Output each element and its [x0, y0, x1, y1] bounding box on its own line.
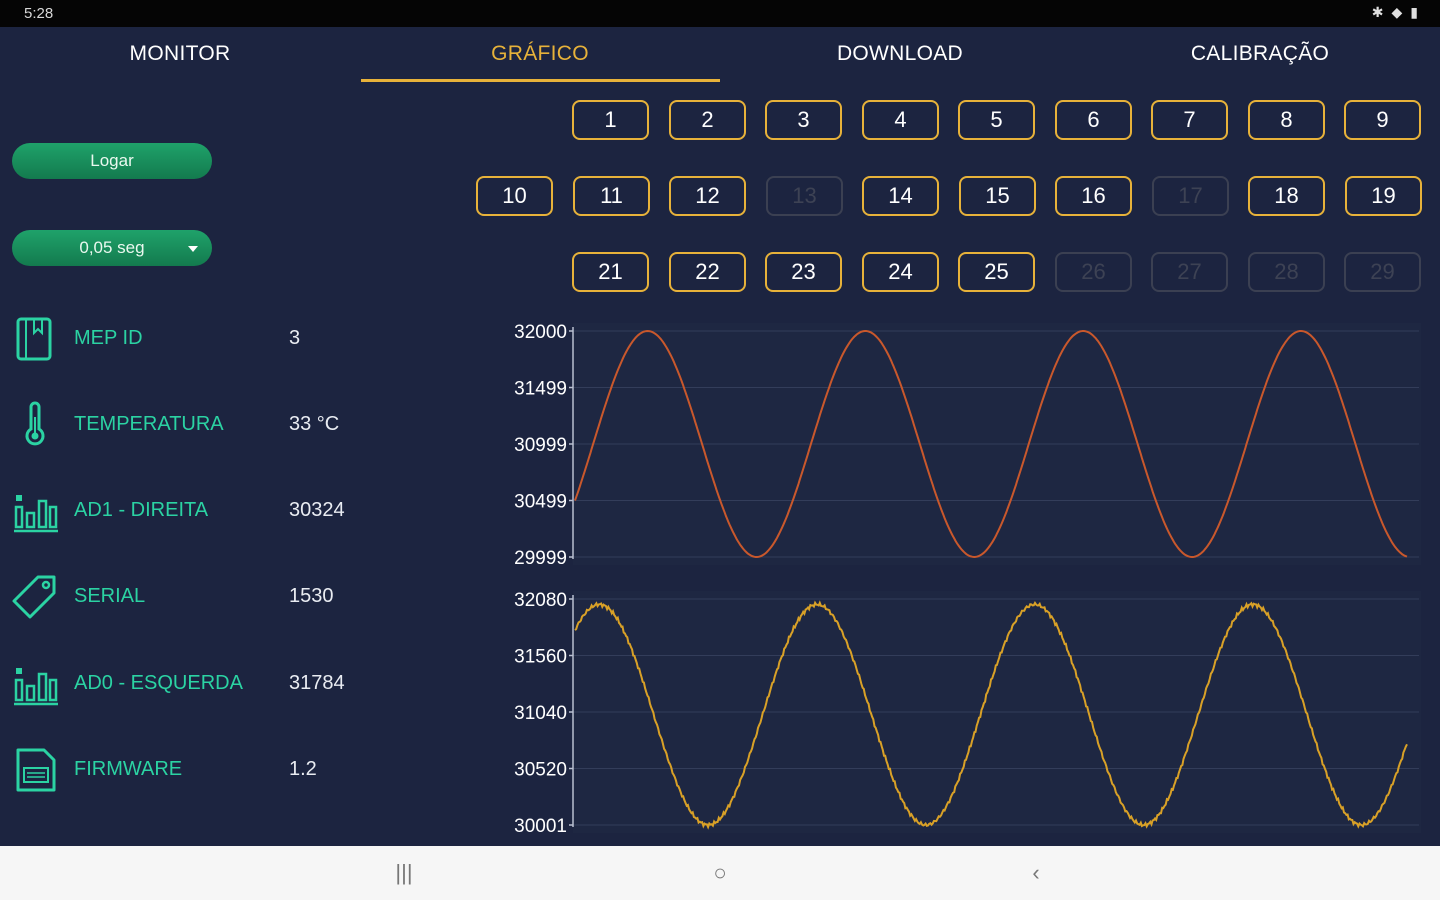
channel-button-18[interactable]: 18	[1248, 176, 1325, 216]
channel-button-8[interactable]: 8	[1248, 100, 1325, 140]
info-row-mep-id: MEP ID 3	[10, 309, 470, 369]
y-tick-label: 31560	[514, 647, 567, 668]
info-row-serial: SERIAL 1530	[10, 567, 470, 627]
chart-bottom-svg: 32080 31560 31040 30520 30001	[514, 590, 1421, 837]
info-value: 1.2	[289, 758, 317, 780]
channel-button-14[interactable]: 14	[862, 176, 939, 216]
recent-apps-icon[interactable]: |||	[384, 858, 424, 888]
info-label: MEP ID	[74, 327, 143, 349]
battery-icon: ▮	[1410, 4, 1418, 20]
tab-bar: MONITOR GRÁFICO DOWNLOAD CALIBRAÇÃO	[0, 27, 1440, 83]
channel-button-1[interactable]: 1	[572, 100, 649, 140]
channel-button-15[interactable]: 15	[959, 176, 1036, 216]
info-row-ad0-esquerda: AD0 - ESQUERDA 31784	[10, 654, 470, 714]
info-label: AD0 - ESQUERDA	[74, 672, 243, 694]
info-value: 33 °C	[289, 413, 340, 435]
bluetooth-icon: ✱	[1371, 4, 1384, 20]
chart-top: 32000 31499 30999 30499 29999	[495, 318, 1425, 576]
channel-button-10[interactable]: 10	[476, 176, 553, 216]
tab-monitor[interactable]: MONITOR	[0, 27, 360, 83]
info-label: SERIAL	[74, 585, 146, 607]
status-time: 5:28	[24, 5, 54, 22]
y-tick-label: 30499	[514, 492, 567, 513]
y-tick-label: 32080	[514, 590, 567, 611]
channel-button-3[interactable]: 3	[765, 100, 842, 140]
info-value: 1530	[289, 585, 334, 607]
channel-button-12[interactable]: 12	[669, 176, 746, 216]
info-row-temperatura: TEMPERATURA 33 °C	[10, 395, 470, 455]
tag-icon	[12, 575, 56, 619]
bar-chart-icon	[14, 668, 58, 706]
channel-button-23[interactable]: 23	[765, 252, 842, 292]
back-icon[interactable]: ‹	[1016, 858, 1056, 888]
dropdown-caret-icon	[188, 246, 198, 252]
channel-button-9[interactable]: 9	[1344, 100, 1421, 140]
interval-select[interactable]: 0,05 seg	[12, 230, 212, 266]
status-icons: ✱ ◆ ▮	[1372, 4, 1418, 21]
tab-grafico[interactable]: GRÁFICO	[360, 27, 720, 83]
channel-button-25[interactable]: 25	[958, 252, 1035, 292]
info-value: 3	[289, 327, 301, 349]
y-tick-label: 30001	[514, 816, 567, 837]
status-bar: 5:28 ✱ ◆ ▮	[0, 0, 1440, 27]
firmware-file-icon	[16, 748, 56, 792]
channel-button-13: 13	[766, 176, 843, 216]
channel-button-29: 29	[1344, 252, 1421, 292]
y-tick-label: 32000	[514, 322, 567, 343]
channel-button-6[interactable]: 6	[1055, 100, 1132, 140]
channel-button-28: 28	[1248, 252, 1325, 292]
y-tick-label: 31040	[514, 703, 567, 724]
y-tick-label: 30999	[514, 435, 567, 456]
channel-button-4[interactable]: 4	[862, 100, 939, 140]
bar-chart-icon	[14, 495, 58, 533]
channel-button-5[interactable]: 5	[958, 100, 1035, 140]
y-tick-label: 29999	[514, 548, 567, 569]
tab-download[interactable]: DOWNLOAD	[720, 27, 1080, 83]
channel-button-27: 27	[1151, 252, 1228, 292]
interval-select-value: 0,05 seg	[79, 238, 145, 257]
y-tick-label: 30520	[514, 760, 567, 781]
active-tab-indicator	[361, 79, 720, 82]
chart-bottom: 32080 31560 31040 30520 30001	[495, 586, 1425, 842]
channel-button-16[interactable]: 16	[1055, 176, 1132, 216]
info-value: 31784	[289, 672, 345, 694]
channel-button-21[interactable]: 21	[572, 252, 649, 292]
info-label: AD1 - DIREITA	[74, 499, 209, 521]
channel-button-17: 17	[1152, 176, 1229, 216]
info-row-firmware: FIRMWARE 1.2	[10, 740, 470, 800]
channel-button-22[interactable]: 22	[669, 252, 746, 292]
info-row-ad1-direita: AD1 - DIREITA 30324	[10, 481, 470, 541]
log-button[interactable]: Logar	[12, 143, 212, 179]
info-value: 30324	[289, 499, 345, 521]
info-label: TEMPERATURA	[74, 413, 224, 435]
thermometer-icon	[25, 401, 45, 446]
tab-calibracao[interactable]: CALIBRAÇÃO	[1080, 27, 1440, 83]
home-icon[interactable]: ○	[700, 858, 740, 888]
channel-button-2[interactable]: 2	[669, 100, 746, 140]
wifi-icon: ◆	[1391, 4, 1403, 20]
chart-top-svg: 32000 31499 30999 30499 29999	[514, 322, 1421, 569]
info-label: FIRMWARE	[74, 758, 183, 780]
channel-button-24[interactable]: 24	[862, 252, 939, 292]
device-id-icon	[16, 317, 52, 361]
channel-button-19[interactable]: 19	[1345, 176, 1422, 216]
y-tick-label: 31499	[514, 379, 567, 400]
channel-button-7[interactable]: 7	[1151, 100, 1228, 140]
channel-button-26: 26	[1055, 252, 1132, 292]
system-nav-bar: ||| ○ ‹	[0, 846, 1440, 900]
channel-button-11[interactable]: 11	[573, 176, 650, 216]
